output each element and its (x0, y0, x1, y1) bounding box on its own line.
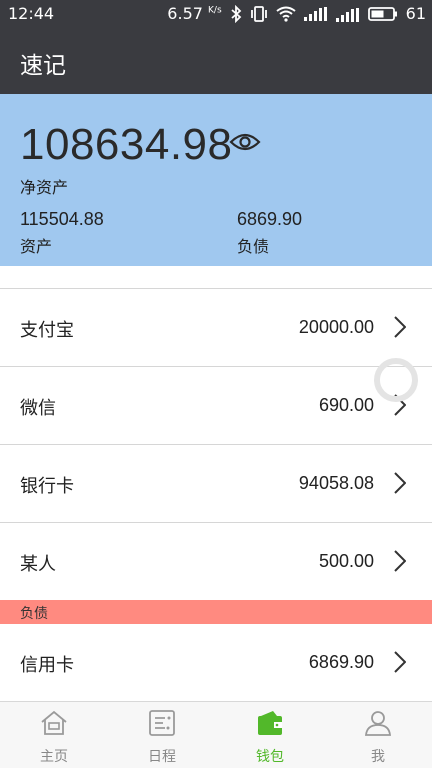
signal-4g-icon (335, 6, 360, 22)
account-name: 信用卡 (20, 655, 74, 676)
net-assets-label: 净资产 (20, 178, 69, 197)
status-bar: 12:44 6.57 K/s 61 (0, 0, 432, 28)
account-name: 微信 (20, 398, 56, 419)
chevron-right-icon (394, 651, 407, 677)
account-row-alipay[interactable]: 支付宝 20000.00 (0, 289, 432, 366)
liabilities-section-header: 负债 (0, 600, 432, 624)
floating-ring-indicator[interactable] (374, 358, 418, 402)
app-bar: 速记 (0, 28, 432, 94)
account-name: 支付宝 (20, 320, 74, 341)
tab-home[interactable]: 主页 (0, 702, 108, 768)
status-time: 12:44 (8, 4, 55, 23)
tab-label: 我 (371, 749, 385, 765)
assets-value: 115504.88 (20, 209, 104, 229)
account-amount: 690.00 (318, 395, 374, 415)
net-assets-value: 108634.98 (20, 120, 233, 169)
account-row-someone[interactable]: 某人 500.00 (0, 523, 432, 600)
chevron-right-icon (394, 550, 407, 576)
account-amount: 94058.08 (298, 473, 374, 493)
schedule-icon (147, 708, 177, 742)
network-speed-value: 6.57 (167, 4, 203, 23)
tab-label: 主页 (40, 749, 68, 765)
account-amount: 500.00 (318, 551, 374, 571)
signal-icon (303, 6, 328, 21)
person-icon (363, 708, 393, 742)
assets-label: 资产 (20, 237, 53, 256)
bluetooth-icon (230, 4, 242, 23)
account-amount: 20000.00 (298, 317, 374, 337)
account-row-bank-card[interactable]: 银行卡 94058.08 (0, 445, 432, 522)
network-speed: 6.57 K/s (167, 4, 221, 23)
tab-label: 钱包 (256, 749, 284, 765)
liabilities-value: 6869.90 (237, 209, 303, 229)
chevron-right-icon (394, 316, 407, 342)
chevron-right-icon (394, 472, 407, 498)
account-name: 银行卡 (20, 476, 74, 497)
wallet-icon (255, 708, 285, 742)
account-row-wechat[interactable]: 微信 690.00 (0, 367, 432, 444)
liabilities-section-title: 负债 (20, 606, 48, 622)
liabilities-label: 负债 (237, 237, 270, 256)
vibrate-icon (250, 5, 268, 23)
eye-icon[interactable] (229, 132, 261, 156)
tab-wallet[interactable]: 钱包 (216, 702, 324, 768)
tab-label: 日程 (148, 749, 176, 765)
status-icons: 6.57 K/s 61 (167, 4, 426, 23)
asset-summary: 108634.98 净资产 115504.88 资产 6869.90 负债 (0, 94, 432, 266)
app-title: 速记 (20, 53, 66, 79)
tab-me[interactable]: 我 (324, 702, 432, 768)
battery-icon (367, 6, 398, 22)
network-speed-unit: K/s (208, 5, 222, 16)
wifi-icon (276, 6, 296, 22)
account-amount: 6869.90 (308, 652, 374, 672)
battery-level: 61 (405, 4, 426, 23)
tab-schedule[interactable]: 日程 (108, 702, 216, 768)
account-name: 某人 (20, 554, 56, 575)
bottom-tab-bar: 主页 日程 钱包 我 (0, 701, 432, 768)
account-row-credit-card[interactable]: 信用卡 6869.90 (0, 624, 432, 701)
home-icon (39, 708, 69, 742)
